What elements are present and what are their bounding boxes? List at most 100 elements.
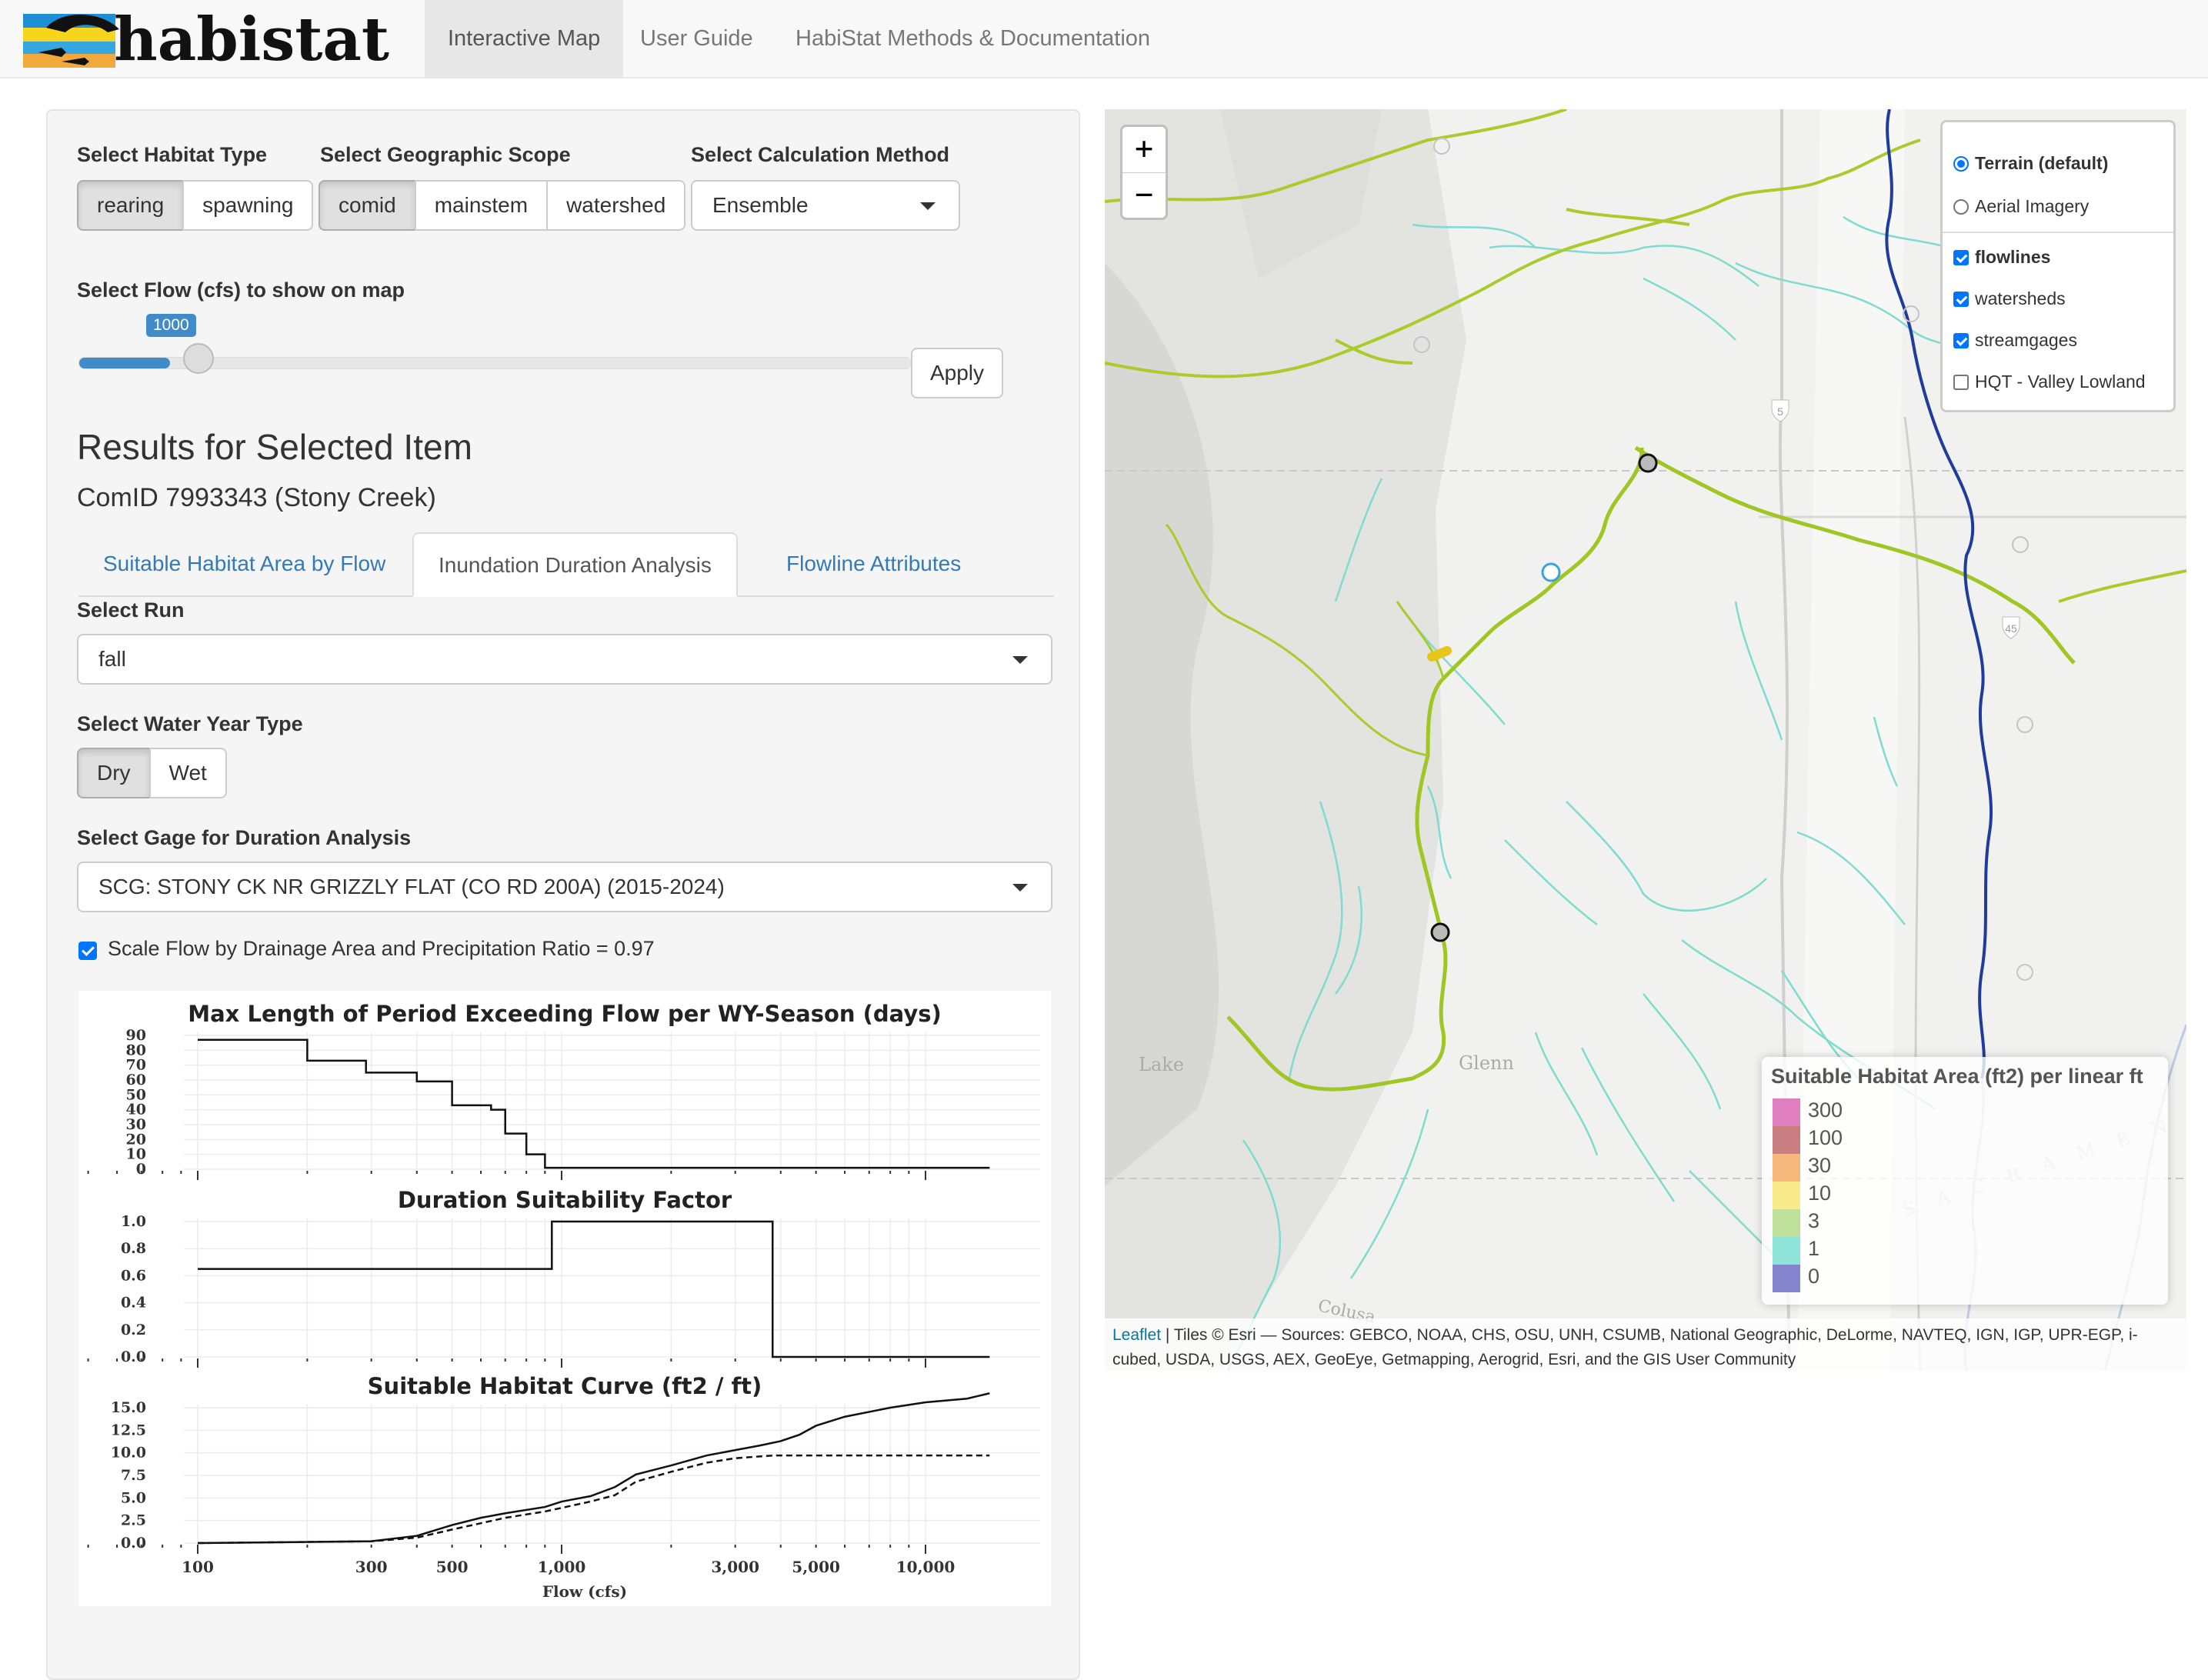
y-tick-label: 2.5 [121,1512,146,1529]
svg-text:habistat: habistat [114,6,389,72]
calculation-method-value: Ensemble [712,193,809,217]
gage-value: SCG: STONY CK NR GRIZZLY FLAT (CO RD 200… [98,875,725,898]
x-tick-label: 500 [436,1558,469,1576]
overlay-watersheds-label: watersheds [1975,288,2066,308]
duration-analysis-plots: Max Length of Period Exceeding Flow per … [78,991,1051,1606]
base-layer-aerial-label: Aerial Imagery [1975,196,2090,216]
legend-label-10: 10 [1808,1182,1832,1205]
flow-slider-value: 1000 [146,314,196,337]
chart-title-2: Suitable Habitat Curve (ft2 / ft) [368,1373,762,1399]
x-axis-label: Flow (cfs) [542,1582,627,1601]
rearing-button[interactable]: rearing [77,180,185,231]
watershed-button[interactable]: watershed [546,180,686,231]
chevron-down-icon [920,202,936,210]
results-tabs: Suitable Habitat Area by Flow Inundation… [78,532,1054,597]
y-tick-label: 7.5 [121,1467,146,1484]
base-layer-terrain[interactable]: Terrain (default) [1953,153,2108,176]
place-label-lake: Lake [1139,1054,1184,1075]
overlay-flowlines-label: flowlines [1975,247,2051,267]
layer-control: Terrain (default) Aerial Imagery flowlin… [1940,120,2176,412]
checkbox-icon[interactable] [1953,375,1969,390]
radio-icon[interactable] [1953,156,1969,172]
map-attribution: Leaflet | Tiles © Esri — Sources: GEBCO,… [1105,1318,2186,1371]
nav-tab-methods-documentation[interactable]: HabiStat Methods & Documentation [772,0,1173,77]
legend-swatch-100 [1773,1126,1800,1154]
geographic-scope-label: Select Geographic Scope [320,143,571,166]
attribution-text: | Tiles © Esri — Sources: GEBCO, NOAA, C… [1112,1326,2138,1368]
habistat-logo[interactable]: habistat [23,5,392,75]
y-tick-label: 0.8 [121,1240,146,1257]
overlay-watersheds[interactable]: watersheds [1953,288,2066,312]
highway-45-label: 45 [2005,622,2017,635]
y-tick-label: 0.0 [121,1348,146,1365]
zoom-out-button[interactable]: − [1122,173,1166,218]
water-year-type-label: Select Water Year Type [77,712,303,735]
legend-label-1: 1 [1808,1237,1820,1260]
streamgage-marker-selected [1541,562,1561,582]
legend-swatch-300 [1773,1098,1800,1126]
tab-inundation-duration[interactable]: Inundation Duration Analysis [412,532,738,597]
tab-flowline-attributes[interactable]: Flowline Attributes [762,532,986,595]
place-label-glenn: Glenn [1459,1052,1514,1074]
base-layer-terrain-label: Terrain (default) [1975,153,2109,173]
flow-slider-label: Select Flow (cfs) to show on map [77,278,405,302]
results-title: Results for Selected Item [77,427,472,467]
y-tick-label: 10.0 [111,1445,146,1462]
overlay-flowlines[interactable]: flowlines [1953,247,2050,270]
y-tick-label: 0.0 [121,1535,146,1552]
gage-label: Select Gage for Duration Analysis [77,826,412,849]
wet-button[interactable]: Wet [148,748,227,798]
leaflet-link[interactable]: Leaflet [1112,1326,1161,1344]
y-tick-label: 1.0 [121,1213,146,1230]
gage-select[interactable]: SCG: STONY CK NR GRIZZLY FLAT (CO RD 200… [77,862,1052,912]
y-tick-label: 5.0 [121,1489,146,1506]
nav-tab-interactive-map[interactable]: Interactive Map [425,0,624,77]
checkbox-icon[interactable] [1953,250,1969,265]
calculation-method-select[interactable]: Ensemble [691,180,960,231]
legend-swatch-1 [1773,1237,1800,1265]
streamgage-marker [1430,922,1450,942]
highway-5-label: 5 [1777,405,1783,418]
y-tick-label: 0.2 [121,1322,146,1338]
x-tick-label: 300 [355,1558,388,1576]
geographic-scope-toggle: comid mainstem watershed [319,180,686,231]
navbar: habistat Interactive Map User Guide Habi… [0,0,2208,78]
run-value: fall [98,647,126,671]
habitat-type-label: Select Habitat Type [77,143,268,166]
overlay-streamgages-label: streamgages [1975,330,2077,350]
comid-button[interactable]: comid [319,180,416,231]
overlay-hqt-label: HQT - Valley Lowland [1975,372,2146,392]
chart-title-0: Max Length of Period Exceeding Flow per … [188,1001,942,1027]
scale-flow-checkbox[interactable] [78,942,97,960]
chart-title-1: Duration Suitability Factor [398,1187,732,1213]
mainstem-button[interactable]: mainstem [414,180,549,231]
sidebar-panel: Select Habitat Type rearing spawning Sel… [46,109,1080,1680]
run-select[interactable]: fall [77,634,1052,685]
nav-tab-user-guide[interactable]: User Guide [617,0,776,77]
scale-flow-label: Scale Flow by Drainage Area and Precipit… [108,937,655,960]
select-run-label: Select Run [77,598,185,622]
y-tick-label: 15.0 [111,1399,146,1416]
flow-slider-handle[interactable] [183,343,214,374]
spawning-button[interactable]: spawning [182,180,314,231]
checkbox-icon[interactable] [1953,292,1969,307]
y-tick-label: 0 [136,1161,146,1178]
dry-button[interactable]: Dry [77,748,151,798]
checkbox-icon[interactable] [1953,333,1969,348]
zoom-in-button[interactable]: + [1122,127,1166,173]
y-tick-label: 12.5 [111,1422,146,1438]
interactive-map[interactable]: 5 45 Lake Glenn Colusa SACRAMENTO VALLEY [1105,109,2186,1371]
base-layer-aerial[interactable]: Aerial Imagery [1953,196,2089,219]
chart-series-2-1 [197,1454,990,1545]
x-tick-label: 3,000 [711,1558,759,1576]
overlay-streamgages[interactable]: streamgages [1953,330,2077,353]
legend-label-0: 0 [1808,1265,1820,1288]
legend-label-100: 100 [1808,1126,1843,1149]
habitat-legend: Suitable Habitat Area (ft2) per linear f… [1762,1057,2168,1305]
y-tick-label: 0.6 [121,1267,146,1284]
overlay-hqt-valley-lowland[interactable]: HQT - Valley Lowland [1953,372,2146,395]
radio-icon[interactable] [1953,199,1969,215]
tab-suitable-habitat-area[interactable]: Suitable Habitat Area by Flow [78,532,410,595]
x-tick-label: 10,000 [896,1558,956,1576]
apply-button[interactable]: Apply [911,348,1003,398]
